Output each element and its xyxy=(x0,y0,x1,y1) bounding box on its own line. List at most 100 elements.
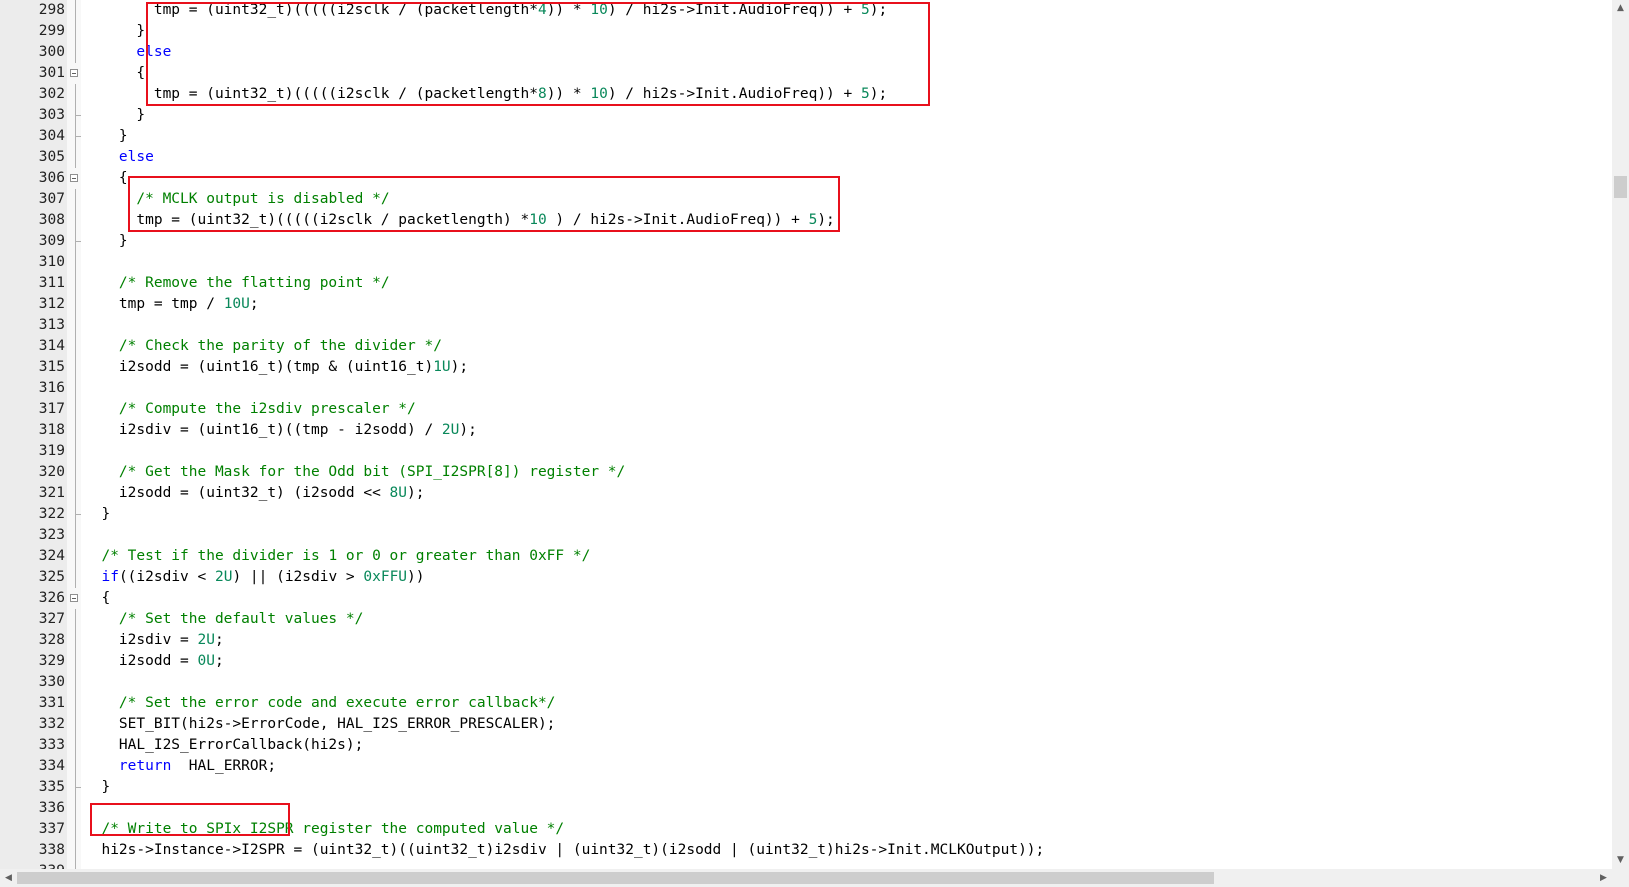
code-line[interactable]: 318 i2sdiv = (uint16_t)((tmp - i2sodd) /… xyxy=(0,419,1612,441)
line-number: 329 xyxy=(38,652,65,669)
code-token: hi2s->Instance->I2SPR = (uint32_t)((uint… xyxy=(84,841,1045,858)
code-text[interactable]: i2sodd = 0U; xyxy=(84,651,224,672)
code-text[interactable]: /* Compute the i2sdiv prescaler */ xyxy=(84,399,416,420)
fold-guide-line xyxy=(75,692,76,714)
code-line[interactable]: 321 i2sodd = (uint32_t) (i2sodd << 8U); xyxy=(0,482,1612,504)
fold-guide-line xyxy=(75,671,76,693)
code-line[interactable]: 312 tmp = tmp / 10U; xyxy=(0,293,1612,315)
line-number: 305 xyxy=(38,148,65,165)
code-line[interactable]: 309 } xyxy=(0,230,1612,252)
number-token: 10U xyxy=(223,295,250,312)
code-line[interactable]: 305 else xyxy=(0,146,1612,168)
code-editor[interactable]: 298 tmp = (uint32_t)(((((i2sclk / (packe… xyxy=(0,0,1612,869)
code-line[interactable]: 335 } xyxy=(0,776,1612,798)
code-text[interactable]: /* Check the parity of the divider */ xyxy=(84,336,442,357)
code-line[interactable]: 334 return HAL_ERROR; xyxy=(0,755,1612,777)
code-text[interactable]: i2sodd = (uint16_t)(tmp & (uint16_t)1U); xyxy=(84,357,468,378)
code-text[interactable]: } xyxy=(84,21,145,42)
code-text[interactable]: } xyxy=(84,777,110,798)
fold-collapse-icon[interactable] xyxy=(70,173,78,182)
code-line[interactable]: 319 xyxy=(0,440,1612,462)
scroll-right-arrow-icon[interactable]: ▶ xyxy=(1595,869,1612,887)
code-line[interactable]: 320 /* Get the Mask for the Odd bit (SPI… xyxy=(0,461,1612,483)
code-line[interactable]: 330 xyxy=(0,671,1612,693)
code-text[interactable]: if((i2sdiv < 2U) || (i2sdiv > 0xFFU)) xyxy=(84,567,424,588)
code-line[interactable]: 326 { xyxy=(0,588,1612,609)
code-text[interactable]: { xyxy=(84,63,145,84)
code-text[interactable]: /* Set the error code and execute error … xyxy=(84,693,556,714)
code-text[interactable]: { xyxy=(84,588,110,609)
code-text[interactable]: HAL_I2S_ErrorCallback(hi2s); xyxy=(84,735,363,756)
scroll-left-arrow-icon[interactable]: ◀ xyxy=(0,869,17,887)
scroll-up-arrow-icon[interactable]: ▲ xyxy=(1612,0,1629,17)
code-line[interactable]: 310 xyxy=(0,251,1612,273)
code-line[interactable]: 303 } xyxy=(0,104,1612,126)
code-text[interactable]: hi2s->Instance->I2SPR = (uint32_t)((uint… xyxy=(84,840,1044,861)
code-line[interactable]: 325 if((i2sdiv < 2U) || (i2sdiv > 0xFFU)… xyxy=(0,566,1612,588)
code-line[interactable]: 316 xyxy=(0,377,1612,399)
code-text[interactable]: } xyxy=(84,504,110,525)
line-number: 322 xyxy=(38,505,65,522)
code-line[interactable]: 323 xyxy=(0,524,1612,546)
horizontal-scroll-thumb[interactable] xyxy=(17,872,1214,884)
code-token: ); xyxy=(459,421,477,438)
fold-collapse-icon[interactable] xyxy=(70,68,78,77)
code-line[interactable]: 328 i2sdiv = 2U; xyxy=(0,629,1612,651)
code-text[interactable]: } xyxy=(84,105,145,126)
fold-guide-line xyxy=(75,272,76,294)
code-line[interactable]: 314 /* Check the parity of the divider *… xyxy=(0,335,1612,357)
code-line[interactable]: 333 HAL_I2S_ErrorCallback(hi2s); xyxy=(0,734,1612,756)
code-text[interactable]: return HAL_ERROR; xyxy=(84,756,276,777)
code-text[interactable]: i2sdiv = (uint16_t)((tmp - i2sodd) / 2U)… xyxy=(84,420,477,441)
fold-guide-line xyxy=(75,566,76,588)
code-text[interactable]: /* Get the Mask for the Odd bit (SPI_I2S… xyxy=(84,462,625,483)
code-text[interactable]: } xyxy=(84,231,128,252)
code-text[interactable]: i2sdiv = 2U; xyxy=(84,630,224,651)
code-line[interactable]: 311 /* Remove the flatting point */ xyxy=(0,272,1612,294)
code-line[interactable]: 315 i2sodd = (uint16_t)(tmp & (uint16_t)… xyxy=(0,356,1612,378)
code-lines[interactable]: 298 tmp = (uint32_t)(((((i2sclk / (packe… xyxy=(0,0,1612,869)
code-token: i2sdiv = (uint16_t)((tmp - i2sodd) / xyxy=(84,421,442,438)
code-text[interactable]: /* Remove the flatting point */ xyxy=(84,273,390,294)
vertical-scroll-thumb[interactable] xyxy=(1614,176,1627,198)
code-line[interactable]: 317 /* Compute the i2sdiv prescaler */ xyxy=(0,398,1612,420)
code-token: HAL_ERROR; xyxy=(171,757,277,774)
code-text[interactable]: else xyxy=(84,147,154,168)
code-line[interactable]: 339 xyxy=(0,860,1612,869)
line-number: 308 xyxy=(38,211,65,228)
code-line[interactable]: 324 /* Test if the divider is 1 or 0 or … xyxy=(0,545,1612,567)
code-text[interactable]: SET_BIT(hi2s->ErrorCode, HAL_I2S_ERROR_P… xyxy=(84,714,556,735)
code-line[interactable]: 313 xyxy=(0,314,1612,336)
number-token: 2U xyxy=(214,568,233,585)
comment-token: /* Check the parity of the divider */ xyxy=(118,337,442,354)
code-line[interactable]: 322 } xyxy=(0,503,1612,525)
code-line[interactable]: 332 SET_BIT(hi2s->ErrorCode, HAL_I2S_ERR… xyxy=(0,713,1612,735)
fold-guide-line xyxy=(75,398,76,420)
fold-guide-line xyxy=(75,251,76,273)
fold-guide-line xyxy=(75,629,76,651)
code-text[interactable]: /* Set the default values */ xyxy=(84,609,363,630)
fold-guide-line xyxy=(75,377,76,399)
scroll-down-arrow-icon[interactable]: ▼ xyxy=(1612,852,1629,869)
horizontal-scrollbar[interactable]: ◀ ▶ xyxy=(0,869,1612,887)
comment-token: /* Get the Mask for the Odd bit (SPI_I2S… xyxy=(118,463,626,480)
code-line[interactable]: 329 i2sodd = 0U; xyxy=(0,650,1612,672)
code-text[interactable]: /* Test if the divider is 1 or 0 or grea… xyxy=(84,546,590,567)
code-text[interactable]: tmp = tmp / 10U; xyxy=(84,294,259,315)
code-text[interactable]: i2sodd = (uint32_t) (i2sodd << 8U); xyxy=(84,483,425,504)
code-token: } xyxy=(84,232,128,249)
vertical-scrollbar[interactable]: ▲ ▼ xyxy=(1612,0,1629,869)
code-line[interactable]: 327 /* Set the default values */ xyxy=(0,608,1612,630)
line-number: 302 xyxy=(38,85,65,102)
code-text[interactable]: } xyxy=(84,126,128,147)
line-number: 316 xyxy=(38,379,65,396)
code-line[interactable]: 304 } xyxy=(0,125,1612,147)
code-line[interactable]: 331 /* Set the error code and execute er… xyxy=(0,692,1612,714)
code-text[interactable]: { xyxy=(84,168,128,189)
fold-collapse-icon[interactable] xyxy=(70,593,78,602)
code-line[interactable]: 338 hi2s->Instance->I2SPR = (uint32_t)((… xyxy=(0,839,1612,861)
comment-token: /* Set the error code and execute error … xyxy=(118,694,556,711)
